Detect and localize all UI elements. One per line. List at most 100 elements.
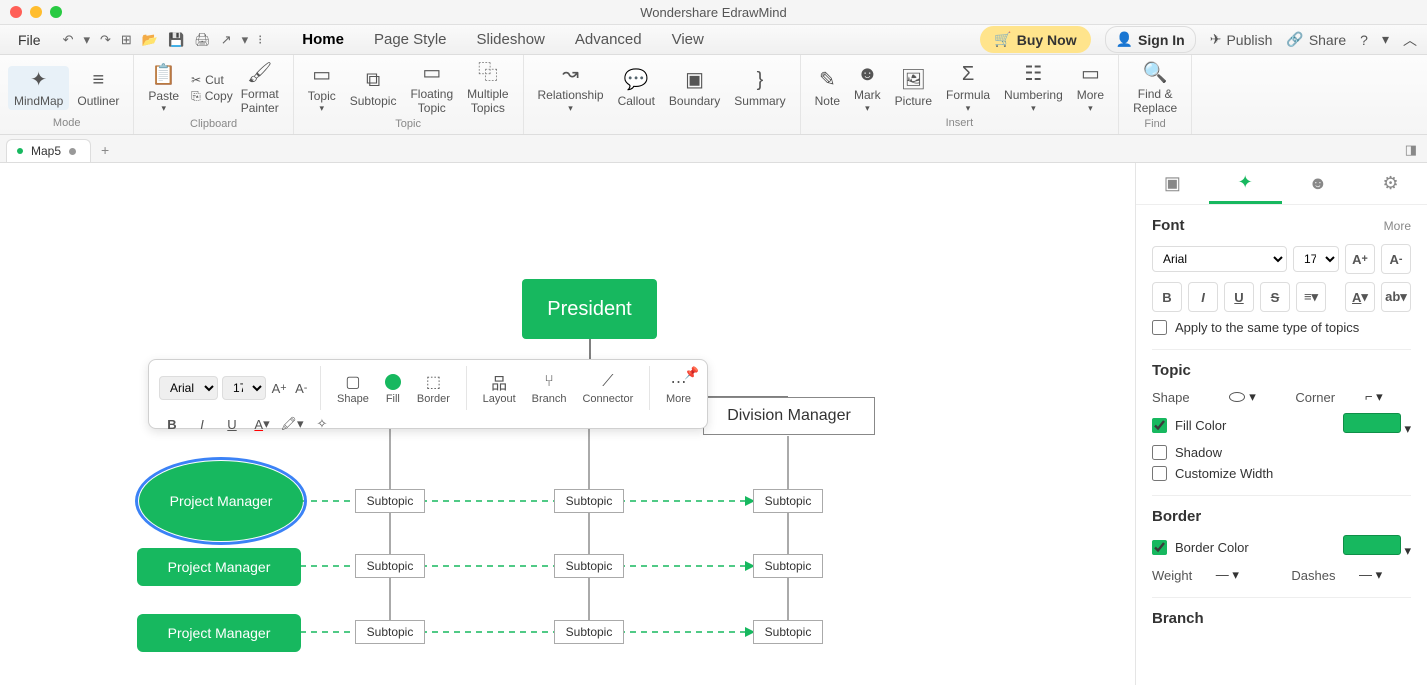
maximize-window-button[interactable] [50, 6, 62, 18]
corner-select[interactable]: ⌐ ▾ [1365, 389, 1411, 405]
mini-italic[interactable]: I [189, 412, 215, 436]
mini-font-select[interactable]: Arial [159, 376, 218, 400]
node-subtopic[interactable]: Subtopic [355, 620, 425, 644]
tab-slideshow[interactable]: Slideshow [473, 27, 549, 52]
mini-layout-button[interactable]: 品Layout [477, 371, 522, 405]
tab-home[interactable]: Home [298, 27, 348, 52]
copy-button[interactable]: ⎘Copy [191, 89, 233, 104]
cut-button[interactable]: ✂Cut [191, 73, 233, 87]
document-tab[interactable]: Map5 [6, 139, 91, 162]
add-tab-button[interactable]: + [91, 138, 119, 162]
shape-select[interactable]: ▾ [1219, 389, 1265, 405]
mini-border-button[interactable]: ⬚Border [411, 371, 456, 405]
mini-fill-button[interactable]: Fill [379, 371, 407, 405]
qat-dropdown[interactable]: ▾ [240, 30, 251, 50]
boundary-button[interactable]: ▣Boundary [663, 66, 726, 110]
font-decrease-button[interactable]: A- [1381, 244, 1411, 274]
export-button[interactable]: ↗ [219, 30, 234, 50]
picture-button[interactable]: 🖼Picture [889, 66, 938, 110]
font-family-select[interactable]: Arial [1152, 246, 1287, 272]
panel-tab-layout[interactable]: ▣ [1136, 163, 1209, 204]
multiple-topics-button[interactable]: ⿻Multiple Topics [461, 59, 514, 118]
format-painter-button[interactable]: 🖌Format Painter [235, 59, 285, 118]
outliner-mode-button[interactable]: ≡Outliner [71, 66, 125, 110]
mini-connector-button[interactable]: ⟋Connector [576, 371, 639, 405]
mindmap-mode-button[interactable]: ✦MindMap [8, 66, 69, 110]
fill-color-checkbox[interactable] [1152, 418, 1167, 433]
numbering-button[interactable]: ☷Numbering▾ [998, 60, 1069, 115]
node-project-manager-2[interactable]: Project Manager [137, 548, 301, 586]
bold-button[interactable]: B [1152, 282, 1182, 312]
fill-color-dropdown[interactable]: ▾ [1404, 421, 1411, 436]
node-subtopic[interactable]: Subtopic [554, 489, 624, 513]
pin-button[interactable]: 📌 [684, 366, 699, 380]
underline-button[interactable]: U [1224, 282, 1254, 312]
node-subtopic[interactable]: Subtopic [554, 620, 624, 644]
share-button[interactable]: 🔗Share [1286, 31, 1346, 48]
border-color-checkbox[interactable] [1152, 540, 1167, 555]
apply-same-type-checkbox[interactable] [1152, 320, 1167, 335]
canvas[interactable]: President Division Manager Project Manag… [0, 163, 1135, 685]
node-subtopic[interactable]: Subtopic [753, 489, 823, 513]
font-size-select[interactable]: 17 [1293, 246, 1339, 272]
mini-font-decrease[interactable]: A- [292, 376, 310, 400]
undo-button[interactable]: ↶ [61, 30, 76, 50]
panel-tab-settings[interactable]: ⚙ [1354, 163, 1427, 204]
strikethrough-button[interactable]: S [1260, 282, 1290, 312]
floating-topic-button[interactable]: ▭Floating Topic [404, 59, 459, 118]
file-menu[interactable]: File [10, 28, 49, 52]
mini-font-color[interactable]: A▾ [249, 412, 275, 436]
undo-dropdown[interactable]: ▾ [81, 30, 92, 50]
text-transform-button[interactable]: ab▾ [1381, 282, 1411, 312]
mini-branch-button[interactable]: ⑂Branch [526, 371, 573, 405]
fill-color-swatch[interactable] [1343, 413, 1401, 433]
summary-button[interactable]: }Summary [728, 66, 791, 110]
customize-width-checkbox[interactable] [1152, 466, 1167, 481]
redo-button[interactable]: ↷ [98, 30, 113, 50]
weight-select[interactable]: — ▾ [1216, 567, 1268, 583]
formula-button[interactable]: ΣFormula▾ [940, 60, 996, 115]
close-window-button[interactable] [10, 6, 22, 18]
help-button[interactable]: ? [1360, 32, 1368, 48]
font-color-button[interactable]: A▾ [1345, 282, 1375, 312]
find-replace-button[interactable]: 🔍Find & Replace [1127, 59, 1183, 118]
panel-tab-icons[interactable]: ☻ [1282, 163, 1355, 204]
shadow-checkbox[interactable] [1152, 445, 1167, 460]
node-subtopic[interactable]: Subtopic [355, 489, 425, 513]
paste-button[interactable]: 📋Paste▾ [142, 61, 185, 116]
mini-shape-button[interactable]: ▢Shape [331, 371, 375, 405]
new-button[interactable]: ⊞ [119, 30, 134, 50]
more-insert-button[interactable]: ▭More▾ [1071, 60, 1110, 115]
align-button[interactable]: ≡▾ [1296, 282, 1326, 312]
node-subtopic[interactable]: Subtopic [355, 554, 425, 578]
note-button[interactable]: ✎Note [809, 66, 846, 110]
border-color-dropdown[interactable]: ▾ [1404, 543, 1411, 558]
print-button[interactable]: 🖨 [192, 30, 213, 50]
tab-view[interactable]: View [668, 27, 708, 52]
mini-font-increase[interactable]: A+ [270, 376, 288, 400]
sign-in-button[interactable]: 👤Sign In [1105, 26, 1196, 53]
panel-toggle-button[interactable]: ◨ [1395, 138, 1427, 162]
font-more-button[interactable]: More [1384, 219, 1411, 233]
italic-button[interactable]: I [1188, 282, 1218, 312]
save-button[interactable]: 💾 [166, 30, 186, 50]
mark-button[interactable]: ☻Mark▾ [848, 60, 887, 115]
mini-size-select[interactable]: 17 [222, 376, 266, 400]
mini-bold[interactable]: B [159, 412, 185, 436]
node-subtopic[interactable]: Subtopic [554, 554, 624, 578]
mini-clear-format[interactable]: ✧ [309, 412, 335, 436]
minimize-window-button[interactable] [30, 6, 42, 18]
mini-underline[interactable]: U [219, 412, 245, 436]
collapse-ribbon-button[interactable]: ︿ [1403, 30, 1417, 50]
publish-button[interactable]: ✈Publish [1210, 31, 1273, 48]
font-increase-button[interactable]: A+ [1345, 244, 1375, 274]
node-subtopic[interactable]: Subtopic [753, 620, 823, 644]
node-project-manager-1[interactable]: Project Manager [139, 461, 303, 541]
tab-advanced[interactable]: Advanced [571, 27, 646, 52]
relationship-button[interactable]: ↝Relationship▾ [532, 60, 610, 115]
node-division-manager[interactable]: Division Manager [703, 397, 875, 435]
callout-button[interactable]: 💬Callout [612, 66, 661, 110]
border-color-swatch[interactable] [1343, 535, 1401, 555]
open-button[interactable]: 📂 [140, 30, 160, 50]
tab-page-style[interactable]: Page Style [370, 27, 451, 52]
